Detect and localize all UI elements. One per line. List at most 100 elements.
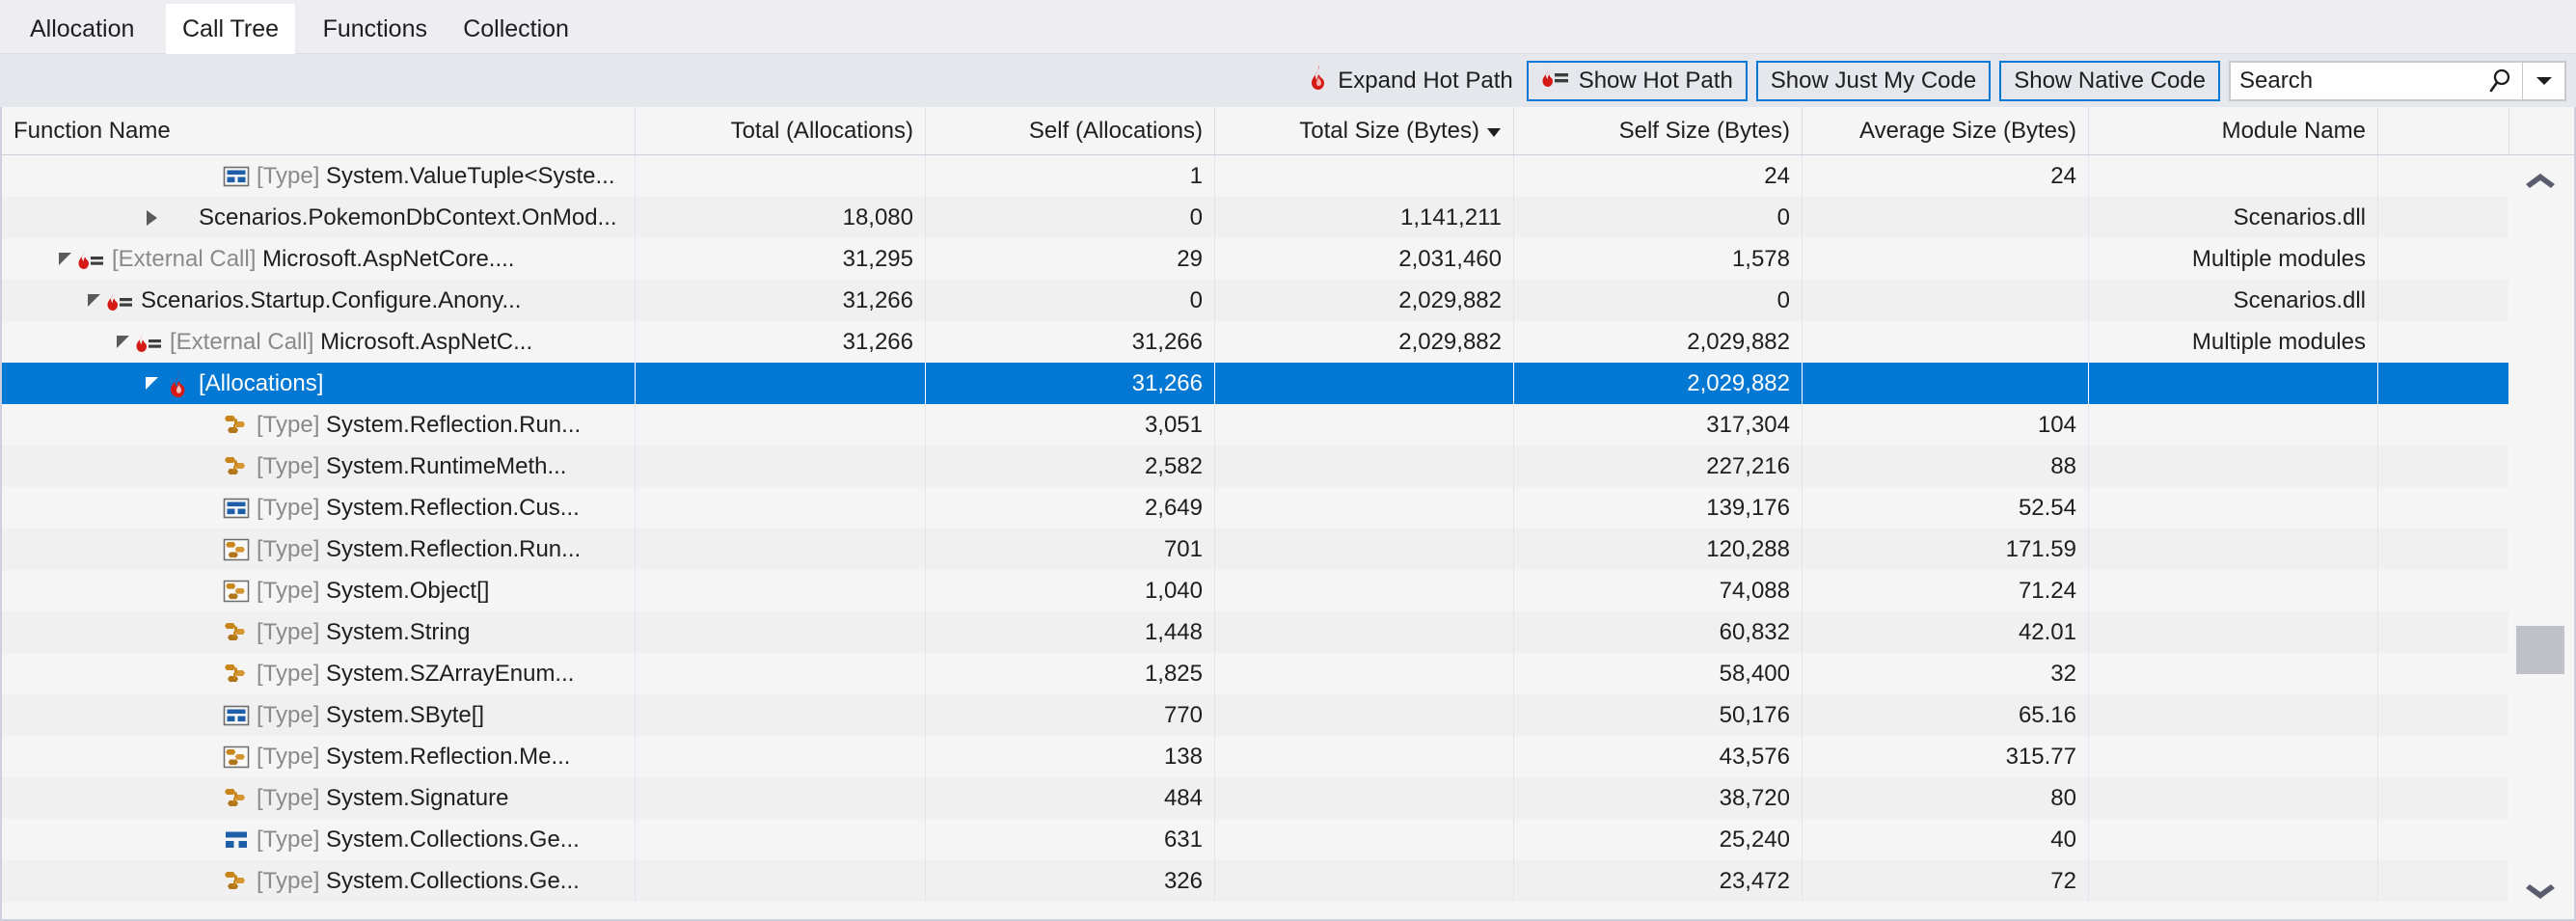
cell-function-name: Scenarios.Startup.Configure.Anony... bbox=[2, 280, 636, 321]
tab-label: Collection bbox=[463, 14, 569, 42]
tab-call-tree[interactable]: Call Tree bbox=[166, 4, 296, 54]
expand-hot-path-button[interactable]: Expand Hot Path bbox=[1308, 65, 1513, 96]
cell-self-size-value: 227,216 bbox=[1706, 452, 1790, 479]
tab-collection[interactable]: Collection bbox=[447, 4, 585, 54]
cell-self-size: 2,029,882 bbox=[1514, 321, 1803, 363]
table-row[interactable]: [External Call] Microsoft.AspNetC... 31,2… bbox=[2, 321, 2509, 363]
vertical-scrollbar[interactable] bbox=[2508, 155, 2572, 917]
cell-module-name bbox=[2089, 819, 2378, 860]
table-row[interactable]: [Type] System.Object[] 1,040 74,088 71.24 bbox=[2, 570, 2509, 611]
cell-self-size: 38,720 bbox=[1514, 777, 1803, 819]
table-row[interactable]: [Type] System.RuntimeMeth... 2,582 227,216… bbox=[2, 446, 2509, 487]
function-name-value: Scenarios.PokemonDbContext.OnMod... bbox=[199, 203, 617, 230]
function-name-prefix: [Type] bbox=[257, 494, 320, 521]
cell-average-size-value: 104 bbox=[2037, 411, 2076, 438]
table-row[interactable]: [Type] System.Collections.Ge... 326 23,472… bbox=[2, 860, 2509, 902]
tab-label: Allocation bbox=[30, 14, 135, 42]
search-input[interactable] bbox=[2231, 66, 2480, 95]
cell-spacer bbox=[2378, 404, 2509, 446]
search-icon[interactable] bbox=[2480, 68, 2522, 95]
cell-self-size-value: 0 bbox=[1776, 286, 1790, 313]
expand-chevron-right-icon[interactable] bbox=[139, 209, 164, 226]
type-array-icon bbox=[222, 745, 251, 770]
flame-icon bbox=[1308, 65, 1329, 96]
show-native-code-button[interactable]: Show Native Code bbox=[1999, 60, 2220, 101]
table-row[interactable]: [Type] System.SByte[] 770 50,176 65.16 bbox=[2, 694, 2509, 736]
cell-average-size: 24 bbox=[1803, 155, 2089, 197]
cell-self-allocations: 631 bbox=[926, 819, 1215, 860]
tab-allocation[interactable]: Allocation bbox=[14, 4, 150, 54]
cell-self-size: 2,029,882 bbox=[1514, 363, 1803, 404]
cell-self-allocations-value: 0 bbox=[1189, 203, 1203, 230]
cell-self-size-value: 43,576 bbox=[1719, 743, 1790, 770]
collapse-triangle-down-icon[interactable] bbox=[81, 294, 106, 307]
table-row[interactable]: [Type] System.Reflection.Cus... 2,649 139,… bbox=[2, 487, 2509, 528]
table-row[interactable]: [Type] System.SZArrayEnum... 1,825 58,400 3… bbox=[2, 653, 2509, 694]
cell-module-name-value: Scenarios.dll bbox=[2233, 203, 2366, 230]
scrollbar-thumb[interactable] bbox=[2516, 626, 2564, 674]
column-header-total-size-bytes[interactable]: Total Size (Bytes) bbox=[1215, 107, 1514, 154]
cell-spacer bbox=[2378, 238, 2509, 280]
table-row[interactable]: [Type] System.Reflection.Run... 3,051 317,… bbox=[2, 404, 2509, 446]
cell-total-allocations bbox=[636, 736, 926, 777]
scroll-up-chevron-up-icon[interactable] bbox=[2508, 155, 2572, 203]
cell-self-allocations: 3,051 bbox=[926, 404, 1215, 446]
cell-self-size: 0 bbox=[1514, 197, 1803, 238]
cell-self-allocations-value: 326 bbox=[1163, 867, 1203, 894]
function-name-text: [External Call] Microsoft.AspNetCore.... bbox=[112, 246, 514, 273]
cell-total-size: 1,141,211 bbox=[1215, 197, 1514, 238]
cell-self-allocations: 326 bbox=[926, 860, 1215, 902]
table-row[interactable]: [Type] System.ValueTuple<Syste... 1 24 24 bbox=[2, 155, 2509, 197]
cell-module-name bbox=[2089, 155, 2378, 197]
function-name-value: System.Collections.Ge... bbox=[326, 867, 580, 894]
type-class-icon bbox=[222, 704, 251, 727]
table-row[interactable]: [Type] System.Collections.Ge... 631 25,240… bbox=[2, 819, 2509, 860]
table-row[interactable]: [Allocations] 31,266 2,029,882 bbox=[2, 363, 2509, 404]
cell-module-name bbox=[2089, 570, 2378, 611]
table-row[interactable]: Scenarios.PokemonDbContext.OnMod... 18,08… bbox=[2, 197, 2509, 238]
column-header-average-size-bytes[interactable]: Average Size (Bytes) bbox=[1803, 107, 2089, 154]
collapse-triangle-down-icon[interactable] bbox=[52, 253, 77, 265]
grid-header-row: Function Name Total (Allocations) Self (Al… bbox=[2, 107, 2574, 155]
cell-average-size-value: 24 bbox=[2050, 162, 2076, 189]
search-dropdown-chevron-down-icon[interactable] bbox=[2522, 62, 2564, 99]
cell-total-allocations-value: 31,266 bbox=[842, 328, 913, 355]
column-header-function-name[interactable]: Function Name bbox=[2, 107, 636, 154]
function-name-value: [Allocations] bbox=[199, 369, 324, 396]
column-header-self-allocations[interactable]: Self (Allocations) bbox=[926, 107, 1215, 154]
scroll-down-chevron-down-icon[interactable] bbox=[2508, 869, 2572, 917]
type-array-icon bbox=[222, 579, 251, 604]
cell-self-size-value: 25,240 bbox=[1719, 826, 1790, 853]
cell-total-size bbox=[1215, 819, 1514, 860]
column-header-total-allocations[interactable]: Total (Allocations) bbox=[636, 107, 926, 154]
cell-total-allocations: 31,266 bbox=[636, 280, 926, 321]
cell-function-name: [Type] System.Reflection.Run... bbox=[2, 404, 636, 446]
function-name-prefix: [Type] bbox=[257, 452, 320, 479]
cell-self-allocations-value: 701 bbox=[1163, 535, 1203, 562]
table-row[interactable]: [Type] System.Reflection.Me... 138 43,576 3… bbox=[2, 736, 2509, 777]
collapse-triangle-down-icon[interactable] bbox=[110, 336, 135, 348]
cell-self-size: 74,088 bbox=[1514, 570, 1803, 611]
tab-functions[interactable]: Functions bbox=[307, 4, 444, 54]
function-name-value: System.SByte[] bbox=[326, 701, 485, 728]
table-row[interactable]: Scenarios.Startup.Configure.Anony... 31,2… bbox=[2, 280, 2509, 321]
show-hot-path-button[interactable]: Show Hot Path bbox=[1526, 60, 1748, 101]
function-name-text: [Type] System.Signature bbox=[257, 785, 508, 812]
table-row[interactable]: [Type] System.String 1,448 60,832 42.01 bbox=[2, 611, 2509, 653]
column-header-spacer[interactable] bbox=[2378, 107, 2509, 154]
table-row[interactable]: [Type] System.Reflection.Run... 701 120,28… bbox=[2, 528, 2509, 570]
table-row[interactable]: [Type] System.Signature 484 38,720 80 bbox=[2, 777, 2509, 819]
show-just-my-code-button[interactable]: Show Just My Code bbox=[1755, 60, 1992, 101]
column-header-self-size-bytes[interactable]: Self Size (Bytes) bbox=[1514, 107, 1803, 154]
collapse-triangle-down-icon[interactable] bbox=[139, 377, 164, 390]
search-box[interactable] bbox=[2229, 60, 2566, 101]
table-row[interactable]: [External Call] Microsoft.AspNetCore....… bbox=[2, 238, 2509, 280]
type-struct-icon bbox=[222, 620, 251, 645]
cell-module-name bbox=[2089, 363, 2378, 404]
cell-module-name bbox=[2089, 611, 2378, 653]
column-header-module-name[interactable]: Module Name bbox=[2089, 107, 2378, 154]
cell-self-allocations: 1 bbox=[926, 155, 1215, 197]
cell-self-allocations-value: 138 bbox=[1163, 743, 1203, 770]
function-name-value: System.Reflection.Run... bbox=[326, 535, 582, 562]
cell-function-name: [Allocations] bbox=[2, 363, 636, 404]
